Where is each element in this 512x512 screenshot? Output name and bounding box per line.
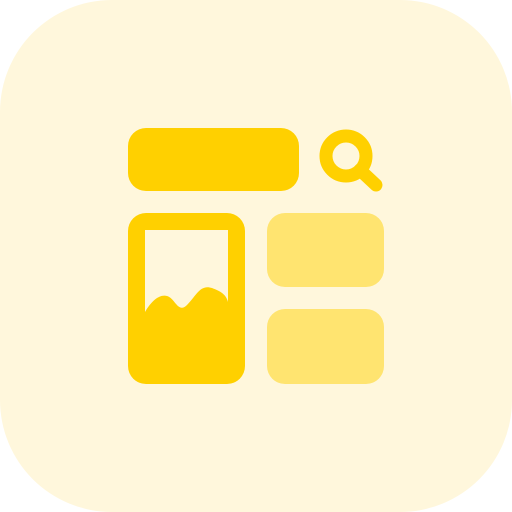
tile-background <box>0 0 512 512</box>
content-block-top <box>267 213 384 287</box>
content-block-bottom <box>267 309 384 384</box>
web-layout-search-icon <box>0 0 512 512</box>
app-icon-tile <box>0 0 512 512</box>
search-bar <box>128 128 299 191</box>
